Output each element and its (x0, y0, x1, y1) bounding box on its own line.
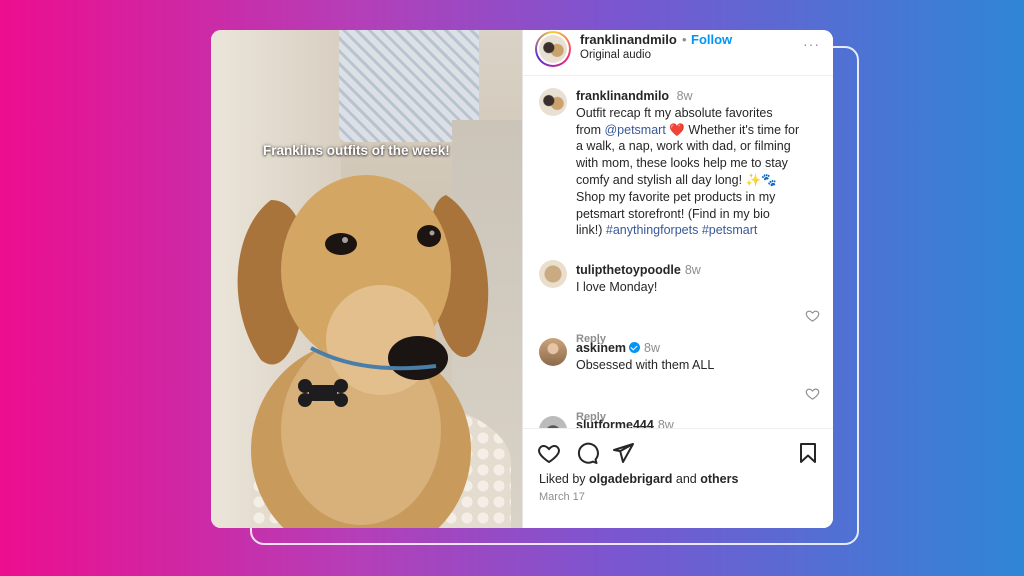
audio-label[interactable]: Original audio (580, 49, 651, 61)
sparkle-paw-emoji: ✨🐾 (745, 172, 777, 187)
caption-avatar[interactable] (539, 88, 567, 116)
comment-time: 8w (644, 341, 661, 355)
comment-bubble-icon[interactable] (575, 441, 599, 465)
caption-time: 8w (676, 89, 693, 103)
hashtag-link[interactable]: #anythingforpets (606, 223, 698, 237)
hashtag-link[interactable]: #petsmart (702, 223, 758, 237)
post-date: March 17 (539, 491, 585, 503)
comment-text: Obsessed with them ALL (576, 357, 715, 372)
caption-line: Whether it's time for (688, 122, 800, 137)
likes-summary: Liked by olgadebrigard and others (539, 472, 738, 486)
mention-link[interactable]: @petsmart (604, 123, 665, 137)
likes-and: and (675, 472, 697, 486)
separator-dot: • (682, 32, 687, 47)
more-options-icon[interactable]: ··· (803, 36, 820, 52)
comment-avatar[interactable] (539, 416, 567, 428)
likes-prefix: Liked by (539, 472, 586, 486)
like-heart-icon[interactable] (537, 441, 561, 465)
caption-line: link!) (576, 223, 603, 238)
comment-username[interactable]: askinem (576, 341, 626, 355)
caption-line: Outfit recap ft my absolute favorites (576, 105, 773, 120)
like-comment-heart-icon[interactable] (805, 386, 820, 401)
save-bookmark-icon[interactable] (796, 441, 820, 465)
comment-time: 8w (657, 418, 674, 428)
comment-avatar[interactable] (539, 338, 567, 366)
caption-line: a walk, a nap, work with dad, or filming (576, 139, 791, 154)
post-side-panel: franklinandmilo • Follow Original audio … (522, 30, 833, 528)
instagram-post-card: Franklins outfits of the week! franklina… (211, 30, 833, 528)
follow-button[interactable]: Follow (691, 32, 732, 47)
comment-username[interactable]: tulipthetoypoodle (576, 263, 681, 277)
story-ring-avatar[interactable] (535, 31, 571, 67)
comment-username[interactable]: slutforme444 (576, 418, 654, 428)
liker-username[interactable]: olgadebrigard (589, 472, 672, 486)
comment-time: 8w (684, 263, 701, 277)
comment-text: I love Monday! (576, 279, 658, 294)
post-header: franklinandmilo • Follow Original audio … (523, 30, 833, 76)
video-caption-overlay: Franklins outfits of the week! (263, 143, 450, 158)
comment-item: tulipthetoypoodle 8w I love Monday! (576, 262, 821, 296)
heart-emoji: ❤️ (669, 122, 685, 137)
caption-line: with mom, these looks help me to stay (576, 156, 788, 171)
caption-line: comfy and stylish all day long! (576, 172, 743, 187)
likes-others-link[interactable]: others (700, 472, 738, 486)
avatar (539, 35, 567, 63)
caption-line: Shop my favorite pet products in my (576, 189, 776, 204)
post-media[interactable]: Franklins outfits of the week! (211, 30, 522, 528)
comment-item: askinem 8w Obsessed with them ALL (576, 340, 821, 374)
comment-item: slutforme444 8w (576, 417, 821, 428)
caption-username[interactable]: franklinandmilo (576, 89, 669, 103)
header-username[interactable]: franklinandmilo (580, 32, 677, 47)
comment-avatar[interactable] (539, 260, 567, 288)
caption-text: franklinandmilo 8w Outfit recap ft my ab… (576, 88, 821, 239)
caption-line: from (576, 122, 601, 137)
comments-scroll-area[interactable]: franklinandmilo 8w Outfit recap ft my ab… (523, 76, 833, 428)
share-paper-plane-icon[interactable] (611, 441, 635, 465)
caption-line: petsmart storefront! (Find in my bio (576, 206, 770, 221)
post-actions-bar: Liked by olgadebrigard and others March … (523, 428, 833, 528)
dog-illustration (237, 175, 489, 528)
like-comment-heart-icon[interactable] (805, 308, 820, 323)
verified-badge-icon (629, 342, 641, 353)
